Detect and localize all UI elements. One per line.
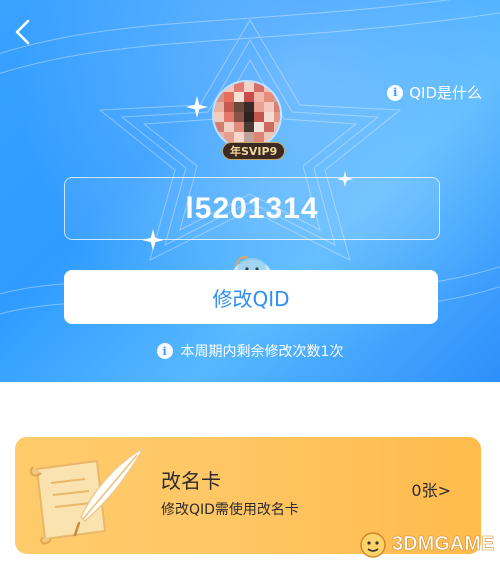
hero-background: i QID是什么 年SVIP9 l5201314 修改QID i 本周期内剩余修… — [0, 0, 500, 382]
rename-card-count[interactable]: 0张> — [411, 477, 451, 501]
avatar-block[interactable]: 年SVIP9 — [212, 80, 288, 160]
modify-qid-label: 修改QID — [212, 286, 290, 311]
watermark-text: 3DMGAME — [392, 532, 495, 555]
mascot-logo-icon — [360, 532, 386, 558]
svip-badge: 年SVIP9 — [222, 142, 286, 160]
remaining-changes: i 本周期内剩余修改次数1次 — [0, 341, 500, 361]
pixelated-avatar-image — [214, 82, 280, 148]
scroll-quill-icon — [29, 447, 145, 545]
watermark: 3DMGAME — [358, 526, 495, 562]
info-icon: i — [387, 84, 404, 101]
qid-value: l5201314 — [185, 191, 319, 225]
chevron-left-icon — [15, 19, 30, 45]
modify-qid-button[interactable]: 修改QID — [64, 270, 438, 324]
rename-card-title: 改名卡 — [161, 469, 221, 493]
sparkle-icon — [186, 96, 208, 118]
qid-display: l5201314 — [64, 177, 440, 240]
qid-help-link[interactable]: i QID是什么 — [387, 82, 482, 103]
qid-help-label: QID是什么 — [409, 84, 482, 102]
back-button[interactable] — [6, 12, 40, 52]
remaining-text: 本周期内剩余修改次数1次 — [180, 344, 344, 360]
rename-card-description: 修改QID需使用改名卡 — [161, 502, 299, 518]
avatar[interactable] — [212, 80, 282, 150]
info-icon: i — [156, 343, 173, 359]
